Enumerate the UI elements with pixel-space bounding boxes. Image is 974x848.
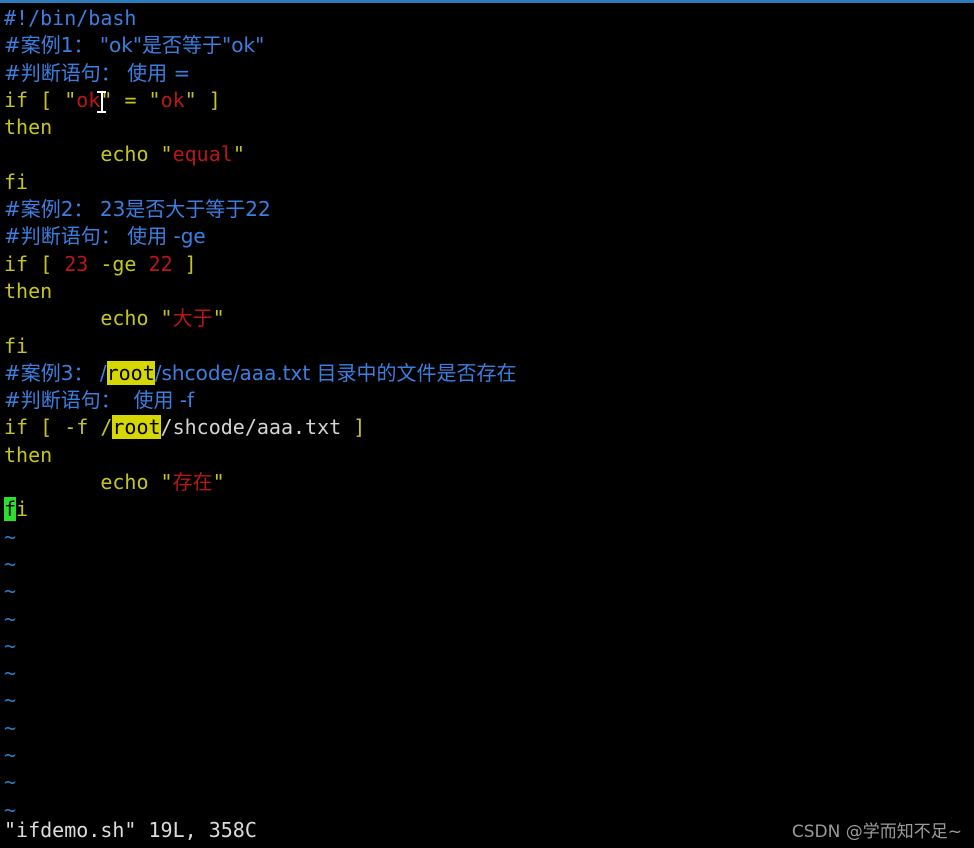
- code-token: #判断语句： 使用 =: [4, 60, 191, 85]
- empty-line-tilde: ~: [4, 606, 17, 631]
- code-token: 存在: [172, 470, 213, 495]
- code-line[interactable]: fi: [0, 333, 974, 360]
- code-token: if [: [4, 87, 65, 112]
- code-line[interactable]: #!/bin/bash: [0, 5, 974, 32]
- code-token: /shcode/aaa.txt 目录中的文件是否存在: [154, 360, 517, 385]
- code-token: then: [4, 442, 53, 467]
- code-token: =: [112, 87, 149, 112]
- code-token: i: [16, 497, 29, 522]
- code-token: ": [212, 470, 225, 495]
- code-line[interactable]: then: [0, 114, 974, 141]
- search-match-highlight: root: [106, 360, 155, 385]
- code-token: #判断语句： 使用 -ge: [4, 224, 206, 249]
- code-line[interactable]: #案例3： /root/shcode/aaa.txt 目录中的文件是否存在: [0, 360, 974, 387]
- code-token: ": [212, 306, 225, 331]
- code-line[interactable]: echo "大于": [0, 305, 974, 332]
- empty-line-tilde: ~: [4, 524, 17, 549]
- code-token: /shcode/aaa.txt: [160, 415, 342, 440]
- code-token: ": [184, 87, 197, 112]
- code-token: equal: [172, 142, 233, 167]
- code-token: 大于: [172, 306, 213, 331]
- code-token: #案例3： /: [4, 360, 107, 385]
- code-token: #判断语句： 使用 -f: [4, 388, 195, 413]
- text-cursor-block: f: [4, 497, 17, 522]
- empty-line-tilde: ~: [4, 770, 17, 795]
- empty-line-tilde: ~: [4, 633, 17, 658]
- code-token: ": [160, 470, 173, 495]
- empty-line-tilde: ~: [4, 579, 17, 604]
- code-token: ": [64, 87, 77, 112]
- csdn-watermark: CSDN @学而知不足~: [791, 822, 962, 842]
- code-token: #案例1： "ok"是否等于"ok": [4, 33, 265, 58]
- code-token: ": [148, 87, 161, 112]
- code-token: ok: [160, 87, 185, 112]
- code-token: echo: [4, 470, 161, 495]
- code-line[interactable]: if [ "ok" = "ok" ]: [0, 87, 974, 114]
- code-line[interactable]: #案例1： "ok"是否等于"ok": [0, 32, 974, 59]
- code-token: 22: [148, 251, 173, 276]
- code-token: if [ -f /: [4, 415, 113, 440]
- code-token: #案例2： 23是否大于等于22: [4, 197, 271, 222]
- code-token: ]: [341, 415, 366, 440]
- code-token: -ge: [88, 251, 149, 276]
- code-line[interactable]: #判断语句： 使用 -ge: [0, 223, 974, 250]
- code-token: #!/bin/bash: [4, 6, 137, 30]
- empty-line-tilde: ~: [4, 688, 17, 713]
- code-token: echo: [4, 142, 161, 167]
- code-token: ]: [172, 251, 197, 276]
- code-token: then: [4, 115, 53, 140]
- code-line[interactable]: if [ -f /root/shcode/aaa.txt ]: [0, 414, 974, 441]
- empty-line-tilde: ~: [4, 661, 17, 686]
- code-line[interactable]: then: [0, 442, 974, 469]
- code-token: if [: [4, 251, 65, 276]
- code-line[interactable]: echo "存在": [0, 469, 974, 496]
- code-line[interactable]: then: [0, 278, 974, 305]
- code-token: ": [160, 306, 173, 331]
- code-line[interactable]: if [ 23 -ge 22 ]: [0, 251, 974, 278]
- code-line[interactable]: fi: [0, 169, 974, 196]
- search-match-highlight: root: [112, 415, 161, 440]
- empty-line-tilde: ~: [4, 743, 17, 768]
- code-token: 23: [64, 251, 89, 276]
- code-token: then: [4, 278, 53, 303]
- code-line[interactable]: fi: [0, 496, 974, 523]
- empty-line-tilde: ~: [4, 551, 17, 576]
- code-line[interactable]: #案例2： 23是否大于等于22: [0, 196, 974, 223]
- vim-terminal-window[interactable]: #!/bin/bash #案例1： "ok"是否等于"ok" #判断语句： 使用 =…: [0, 0, 974, 848]
- code-token: ]: [196, 87, 221, 112]
- code-token: ": [100, 87, 113, 112]
- code-token: fi: [4, 169, 29, 194]
- code-token: ok: [76, 87, 101, 112]
- code-line[interactable]: echo "equal": [0, 141, 974, 168]
- code-token: fi: [4, 333, 29, 358]
- empty-line-tilde: ~: [4, 715, 17, 740]
- code-line[interactable]: #判断语句： 使用 -f: [0, 387, 974, 414]
- code-token: ": [160, 142, 173, 167]
- code-line[interactable]: #判断语句： 使用 =: [0, 60, 974, 87]
- code-token: ": [232, 142, 245, 167]
- code-token: echo: [4, 306, 161, 331]
- vim-text-buffer[interactable]: #!/bin/bash #案例1： "ok"是否等于"ok" #判断语句： 使用 =…: [0, 3, 974, 824]
